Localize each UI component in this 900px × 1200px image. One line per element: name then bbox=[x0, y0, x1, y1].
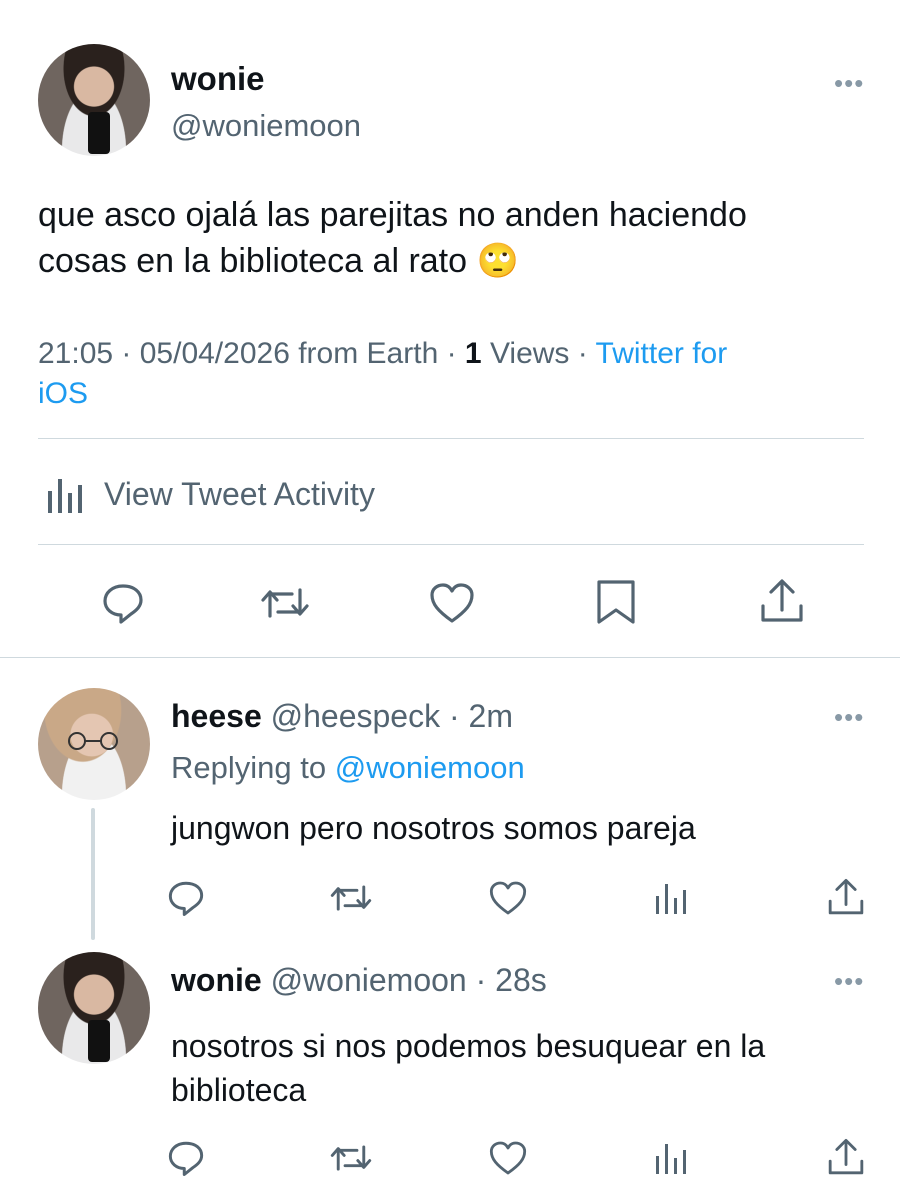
divider bbox=[38, 438, 864, 439]
display-name[interactable]: wonie bbox=[171, 60, 265, 98]
timestamp[interactable]: 21:05 · 05/04/2026 from Earth · bbox=[38, 337, 465, 370]
bar-chart-icon bbox=[656, 1144, 686, 1174]
view-activity-label: View Tweet Activity bbox=[104, 475, 375, 512]
source-link[interactable]: Twitter for bbox=[596, 337, 728, 370]
tweet-meta: 21:05 · 05/04/2026 from Earth · 1 Views … bbox=[38, 334, 858, 414]
bar-chart-icon bbox=[48, 479, 82, 513]
replying-prefix: Replying to bbox=[171, 750, 335, 785]
phone-in-photo bbox=[88, 1020, 110, 1062]
display-name[interactable]: heese bbox=[171, 698, 262, 734]
tweet-text-line: cosas en la biblioteca al rato 🙄 bbox=[38, 242, 519, 280]
share-button[interactable] bbox=[826, 876, 866, 918]
replying-handle[interactable]: @woniemoon bbox=[335, 750, 525, 785]
reply-button[interactable] bbox=[166, 878, 206, 918]
bookmark-button[interactable] bbox=[594, 578, 638, 626]
reply-text-line: nosotros si nos podemos besuquear en la bbox=[171, 1028, 766, 1064]
more-icon[interactable]: ••• bbox=[834, 704, 864, 730]
more-icon[interactable]: ••• bbox=[834, 968, 864, 994]
reply-button[interactable] bbox=[166, 1138, 206, 1178]
view-activity-button[interactable]: View Tweet Activity bbox=[44, 472, 375, 516]
views-count[interactable]: 1 bbox=[465, 337, 482, 370]
tweet-text: que asco ojalá las parejitas no anden ha… bbox=[38, 192, 878, 284]
reply-button[interactable] bbox=[100, 580, 146, 626]
retweet-icon bbox=[330, 1145, 372, 1171]
retweet-icon bbox=[261, 588, 309, 618]
retweet-button[interactable] bbox=[328, 1138, 374, 1178]
views-button[interactable] bbox=[654, 1140, 688, 1176]
like-button[interactable] bbox=[488, 1138, 528, 1178]
bar-chart-icon bbox=[656, 884, 686, 914]
bookmark-icon bbox=[597, 580, 635, 624]
section-divider bbox=[0, 657, 900, 658]
share-button[interactable] bbox=[758, 576, 806, 626]
tweet-text-line: que asco ojalá las parejitas no anden ha… bbox=[38, 196, 747, 234]
heart-icon bbox=[489, 1141, 527, 1175]
reply-text: nosotros si nos podemos besuquear en la … bbox=[171, 1024, 871, 1112]
views-button[interactable] bbox=[654, 880, 688, 916]
share-icon bbox=[761, 579, 803, 622]
views-label: Views · bbox=[481, 337, 596, 370]
reply-header: heese @heespeck · 2m bbox=[171, 698, 513, 735]
more-icon[interactable]: ••• bbox=[834, 70, 864, 96]
handle-time[interactable]: @heespeck · 2m bbox=[271, 698, 513, 734]
reply-icon bbox=[103, 584, 143, 624]
like-button[interactable] bbox=[428, 580, 476, 626]
retweet-button[interactable] bbox=[328, 878, 374, 918]
like-button[interactable] bbox=[488, 878, 528, 918]
heart-icon bbox=[430, 583, 474, 623]
share-icon bbox=[828, 1138, 864, 1175]
glasses-in-photo bbox=[68, 732, 118, 750]
reply-icon bbox=[168, 881, 204, 916]
share-button[interactable] bbox=[826, 1136, 866, 1178]
avatar[interactable] bbox=[38, 44, 150, 156]
reply-icon bbox=[168, 1141, 204, 1176]
share-icon bbox=[828, 878, 864, 915]
heart-icon bbox=[489, 881, 527, 915]
retweet-button[interactable] bbox=[258, 580, 312, 626]
reply-header: wonie @woniemoon · 28s bbox=[171, 962, 547, 999]
display-name[interactable]: wonie bbox=[171, 962, 262, 998]
replying-to: Replying to @woniemoon bbox=[171, 750, 525, 786]
avatar[interactable] bbox=[38, 688, 150, 800]
reply-text: jungwon pero nosotros somos pareja bbox=[171, 810, 696, 846]
avatar[interactable] bbox=[38, 952, 150, 1064]
handle-time[interactable]: @woniemoon · 28s bbox=[271, 962, 547, 998]
handle[interactable]: @woniemoon bbox=[171, 108, 361, 144]
retweet-icon bbox=[330, 885, 372, 911]
reply-text-line: biblioteca bbox=[171, 1072, 307, 1108]
source-link-cont[interactable]: iOS bbox=[38, 377, 88, 410]
thread-line bbox=[91, 808, 95, 940]
phone-in-photo bbox=[88, 112, 110, 154]
divider bbox=[38, 544, 864, 545]
